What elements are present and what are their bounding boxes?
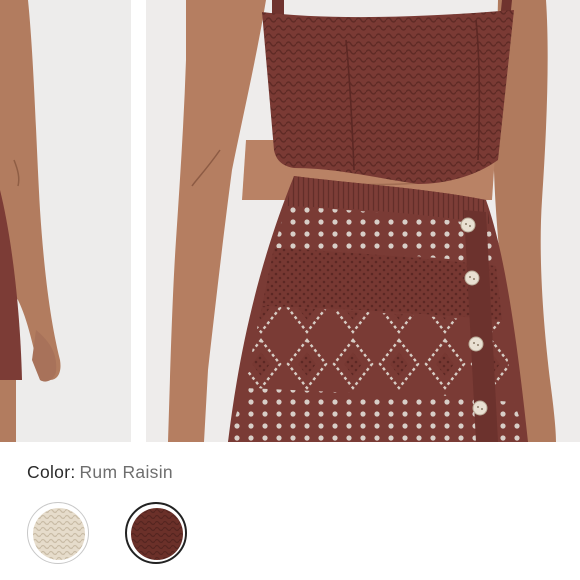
swatch-rum-raisin[interactable] — [125, 502, 187, 564]
product-photo-side-view[interactable] — [0, 0, 131, 442]
swatch-cream[interactable] — [27, 502, 89, 564]
color-label-row: Color: Rum Raisin — [27, 462, 173, 483]
color-label: Color: — [27, 462, 76, 482]
swatch-cream-chip — [33, 508, 85, 560]
selected-color-name: Rum Raisin — [79, 462, 173, 482]
swatch-rum-raisin-chip — [131, 508, 183, 560]
color-swatch-list — [27, 502, 227, 568]
product-photo-front-view[interactable] — [146, 0, 580, 442]
product-image-gallery — [0, 0, 580, 442]
